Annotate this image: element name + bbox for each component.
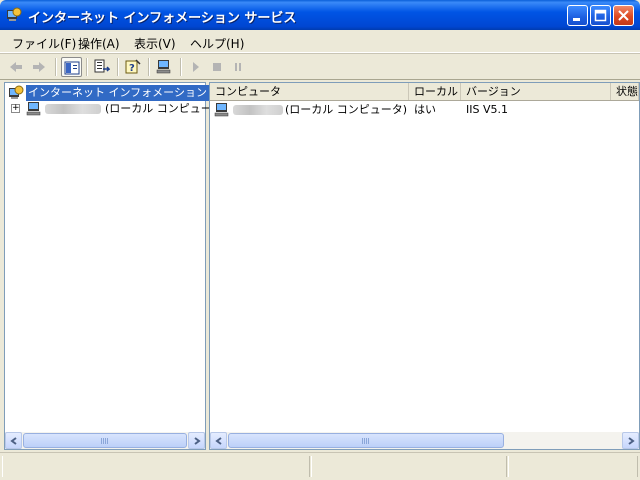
window-title: インターネット インフォメーション サービス (28, 11, 297, 26)
chevron-right-icon (628, 437, 635, 445)
close-icon (618, 10, 629, 21)
computer-button[interactable] (154, 57, 175, 77)
toolbar-separator (148, 58, 150, 76)
show-hide-tree-button[interactable] (61, 57, 82, 77)
scroll-right-button[interactable] (622, 432, 639, 449)
help-icon: ? (125, 59, 141, 74)
menu-view[interactable]: 表示(V) (134, 35, 176, 52)
cell-local: はい (414, 103, 436, 116)
computer-icon (26, 101, 42, 117)
back-button[interactable] (6, 57, 27, 77)
tree-pane[interactable]: インターネット インフォメーション サービス + (ローカル コンピュータ) (4, 82, 257, 450)
menu-file[interactable]: ファイル(F) (12, 35, 76, 52)
scroll-left-button[interactable] (5, 432, 22, 449)
minimize-icon (573, 18, 580, 21)
stop-button[interactable] (207, 57, 228, 77)
status-panel-middle (311, 456, 507, 477)
list-header: コンピュータ ローカル バージョン 状態 (210, 83, 639, 101)
pause-button[interactable] (228, 57, 249, 77)
computer-icon (156, 60, 171, 74)
computer-name-redacted (233, 105, 283, 115)
maximize-icon (594, 9, 607, 22)
toolbar-separator (86, 58, 88, 76)
table-row[interactable]: (ローカル コンピュータ) はい IIS V5.1 (210, 102, 639, 118)
scroll-right-button[interactable] (188, 432, 205, 449)
column-header-status[interactable]: 状態 (611, 83, 639, 100)
start-icon (193, 62, 199, 72)
expand-toggle[interactable]: + (11, 104, 20, 113)
status-panel-main (2, 456, 310, 477)
menu-bar: ファイル(F) 操作(A) 表示(V) ヘルプ(H) (0, 30, 640, 53)
menu-help[interactable]: ヘルプ(H) (190, 35, 244, 52)
close-button[interactable] (613, 5, 634, 26)
forward-button[interactable] (29, 57, 50, 77)
cell-computer: (ローカル コンピュータ) (285, 103, 408, 116)
computer-name-redacted (45, 104, 101, 114)
list-pane[interactable]: コンピュータ ローカル バージョン 状態 (ローカル コンピュータ) はい II… (209, 82, 640, 450)
toolbar-separator (180, 58, 182, 76)
toolbar-separator (55, 58, 57, 76)
minimize-button[interactable] (567, 5, 588, 26)
show-hide-tree-icon (64, 61, 80, 75)
title-bar[interactable]: インターネット インフォメーション サービス (0, 0, 640, 30)
chevron-left-icon (215, 437, 222, 445)
toolbar: ? (0, 53, 640, 80)
maximize-button[interactable] (590, 5, 611, 26)
scroll-thumb[interactable] (228, 433, 504, 448)
menu-action[interactable]: 操作(A) (78, 35, 120, 52)
pause-icon (235, 63, 241, 71)
column-header-version[interactable]: バージョン (461, 83, 611, 100)
svg-text:?: ? (129, 63, 135, 74)
start-button[interactable] (186, 57, 207, 77)
cell-version: IIS V5.1 (466, 103, 508, 116)
export-list-icon (94, 59, 110, 73)
status-panel-right (508, 456, 638, 477)
column-header-local[interactable]: ローカル (409, 83, 461, 100)
back-arrow-icon (10, 62, 22, 72)
column-header-computer[interactable]: コンピュータ (210, 83, 409, 100)
forward-arrow-icon (33, 62, 45, 72)
iis-app-icon (6, 7, 22, 23)
stop-icon (213, 63, 221, 71)
scroll-left-button[interactable] (210, 432, 227, 449)
tree-root-node[interactable]: インターネット インフォメーション サービス (8, 85, 257, 101)
scroll-thumb[interactable] (23, 433, 187, 448)
chevron-left-icon (10, 437, 17, 445)
toolbar-separator (117, 58, 119, 76)
tree-horizontal-scrollbar[interactable] (5, 432, 205, 449)
chevron-right-icon (194, 437, 201, 445)
computer-icon (214, 102, 230, 118)
tree-local-computer-node[interactable]: + (ローカル コンピュータ) (8, 101, 227, 117)
iis-root-icon (8, 85, 24, 101)
status-bar (0, 452, 640, 480)
list-horizontal-scrollbar[interactable] (210, 432, 639, 449)
help-button[interactable]: ? (123, 57, 144, 77)
export-list-button[interactable] (92, 57, 113, 77)
